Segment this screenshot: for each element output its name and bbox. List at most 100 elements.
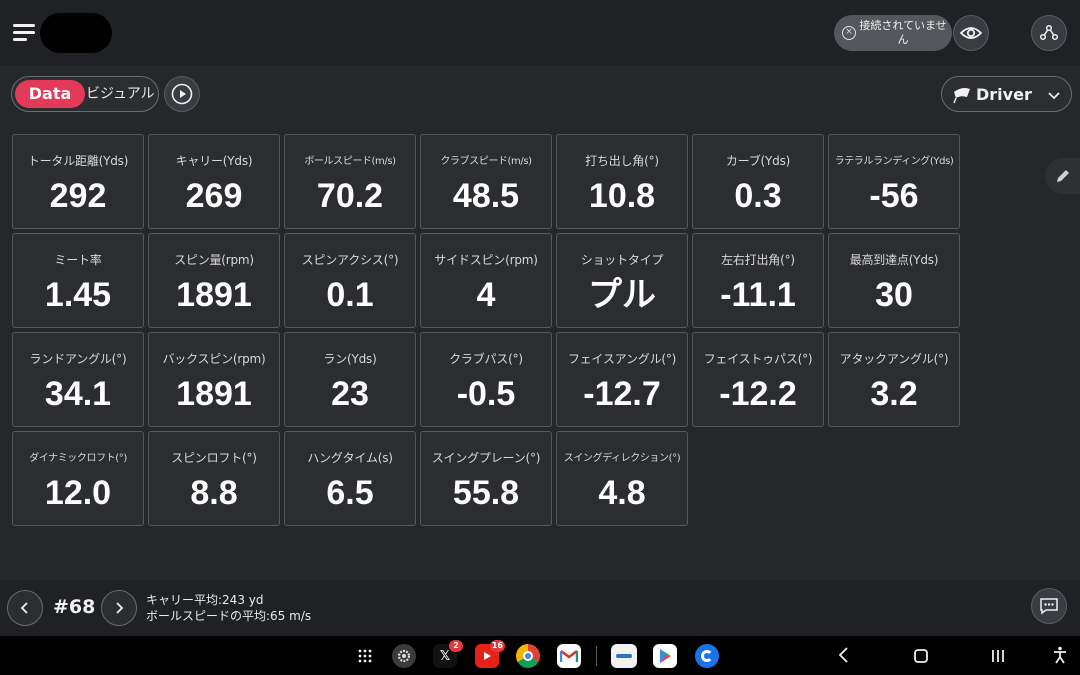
club-select[interactable]: Driver [941, 76, 1072, 112]
metric-tile[interactable]: ラテラルランディング(Yds) -56 [828, 134, 960, 229]
metric-label: クラブスピード(m/s) [440, 156, 532, 167]
metric-value: 269 [185, 177, 243, 215]
connection-status-button[interactable]: × 接続されていません [834, 15, 952, 51]
menu-icon[interactable] [13, 24, 35, 42]
metric-label: 左右打出角(°) [721, 253, 795, 267]
visual-tab[interactable]: ビジュアル [86, 80, 155, 108]
connection-status-text: 接続されていません [859, 19, 947, 46]
back-icon[interactable] [837, 646, 851, 664]
data-tab[interactable]: Data [15, 80, 85, 108]
metric-value: -12.2 [719, 375, 797, 413]
chrome-app-icon[interactable] [516, 644, 540, 668]
home-icon[interactable] [913, 648, 929, 664]
x-badge: 2 [449, 640, 463, 652]
next-shot-button[interactable] [101, 590, 137, 626]
metric-value: -0.5 [456, 375, 516, 413]
metric-tile[interactable]: トータル距離(Yds) 292 [12, 134, 144, 229]
metric-tile[interactable]: ダイナミックロフト(°) 12.0 [12, 431, 144, 526]
metric-tile[interactable]: キャリー(Yds) 269 [148, 134, 280, 229]
metric-value: 0.1 [326, 276, 374, 314]
pencil-icon [1056, 170, 1069, 182]
metric-value: 4.8 [598, 474, 646, 512]
metric-label: ボールスピード(m/s) [304, 156, 396, 167]
play-store-app-icon[interactable] [653, 644, 677, 668]
metric-tile[interactable]: ボールスピード(m/s) 70.2 [284, 134, 416, 229]
metric-tile[interactable]: クラブスピード(m/s) 48.5 [420, 134, 552, 229]
metric-label: キャリー(Yds) [175, 154, 253, 168]
metric-tile[interactable]: サイドスピン(rpm) 4 [420, 233, 552, 328]
metric-tile[interactable]: ショットタイプ プル [556, 233, 688, 328]
metric-tile[interactable]: 最高到達点(Yds) 30 [828, 233, 960, 328]
metric-tile[interactable]: アタックアングル(°) 3.2 [828, 332, 960, 427]
metric-value: 23 [331, 375, 369, 413]
metric-label: フェイストゥパス(°) [703, 352, 813, 366]
gear-icon [397, 649, 411, 663]
metric-value: 30 [875, 276, 913, 314]
ball-speed-average: ボールスピードの平均:65 m/s [146, 609, 312, 623]
chat-icon [1040, 598, 1058, 615]
metric-tile[interactable]: ランドアングル(°) 34.1 [12, 332, 144, 427]
metric-label: アタックアングル(°) [839, 352, 949, 366]
metric-label: ミート率 [54, 253, 102, 267]
metric-value: -56 [869, 177, 919, 215]
club-icon [953, 88, 970, 104]
metric-tile[interactable]: スピン量(rpm) 1891 [148, 233, 280, 328]
launch-monitor-app-icon[interactable] [611, 644, 637, 668]
edit-button[interactable] [1045, 158, 1080, 194]
metric-value: 292 [49, 177, 107, 215]
g-app-icon[interactable] [695, 644, 719, 668]
chat-button[interactable] [1031, 588, 1067, 624]
chevron-right-icon [116, 602, 124, 614]
metric-tile[interactable]: ラン(Yds) 23 [284, 332, 416, 427]
metric-label: スイングプレーン(°) [431, 451, 541, 465]
metric-tile[interactable]: フェイストゥパス(°) -12.2 [692, 332, 824, 427]
app-drawer-icon[interactable] [357, 648, 373, 664]
metric-tile[interactable]: 打ち出し角(°) 10.8 [556, 134, 688, 229]
network-icon [1039, 24, 1059, 41]
settings-app-icon[interactable] [392, 644, 416, 668]
metric-label: ランドアングル(°) [29, 352, 127, 366]
youtube-app-icon[interactable]: 16 [475, 640, 505, 668]
metric-label: フェイスアングル(°) [567, 352, 677, 366]
metric-label: 最高到達点(Yds) [849, 253, 939, 267]
metric-tile[interactable]: スピンアクシス(°) 0.1 [284, 233, 416, 328]
metric-value: 1891 [176, 375, 252, 413]
metric-label: クラブパス(°) [449, 352, 523, 366]
chevron-down-icon [1048, 92, 1060, 100]
metric-tile[interactable]: カーブ(Yds) 0.3 [692, 134, 824, 229]
divider [596, 646, 597, 666]
previous-shot-button[interactable] [7, 590, 43, 626]
golf-app-icon [616, 654, 632, 658]
metric-tile[interactable]: スイングディレクション(°) 4.8 [556, 431, 688, 526]
redacted-profile [40, 13, 112, 53]
metric-tile[interactable]: スピンロフト(°) 8.8 [148, 431, 280, 526]
bottom-bar: #68 キャリー平均:243 yd ボールスピードの平均:65 m/s [0, 580, 1080, 636]
metric-value: プル [588, 276, 656, 314]
metric-label: バックスピン(rpm) [162, 352, 266, 366]
metric-tile[interactable]: フェイスアングル(°) -12.7 [556, 332, 688, 427]
metric-tile[interactable]: バックスピン(rpm) 1891 [148, 332, 280, 427]
play-button[interactable] [164, 76, 200, 112]
play-triangle-icon [484, 652, 491, 660]
connect-device-button[interactable] [1031, 15, 1067, 51]
metric-value: 55.8 [452, 474, 520, 512]
metric-tile[interactable]: ミート率 1.45 [12, 233, 144, 328]
metric-label: スピン量(rpm) [174, 253, 254, 267]
metric-tile[interactable]: ハングタイム(s) 6.5 [284, 431, 416, 526]
gmail-app-icon[interactable] [557, 644, 581, 668]
metric-label: スピンロフト(°) [171, 451, 257, 465]
metric-tile[interactable]: 左右打出角(°) -11.1 [692, 233, 824, 328]
metric-value: 4 [476, 276, 496, 314]
recents-icon[interactable] [990, 648, 1006, 664]
view-mode-toggle[interactable]: Data ビジュアル [11, 76, 159, 112]
accessibility-icon[interactable] [1052, 646, 1068, 664]
view-button[interactable] [953, 15, 989, 51]
metric-tile[interactable]: スイングプレーン(°) 55.8 [420, 431, 552, 526]
metric-label: 打ち出し角(°) [585, 154, 659, 168]
metric-label: カーブ(Yds) [725, 154, 791, 168]
x-app-icon[interactable]: 𝕏 2 [433, 640, 463, 668]
metric-label: スピンアクシス(°) [301, 253, 399, 267]
metric-tile[interactable]: クラブパス(°) -0.5 [420, 332, 552, 427]
metric-label: ラン(Yds) [323, 352, 377, 366]
club-label: Driver [976, 85, 1032, 104]
